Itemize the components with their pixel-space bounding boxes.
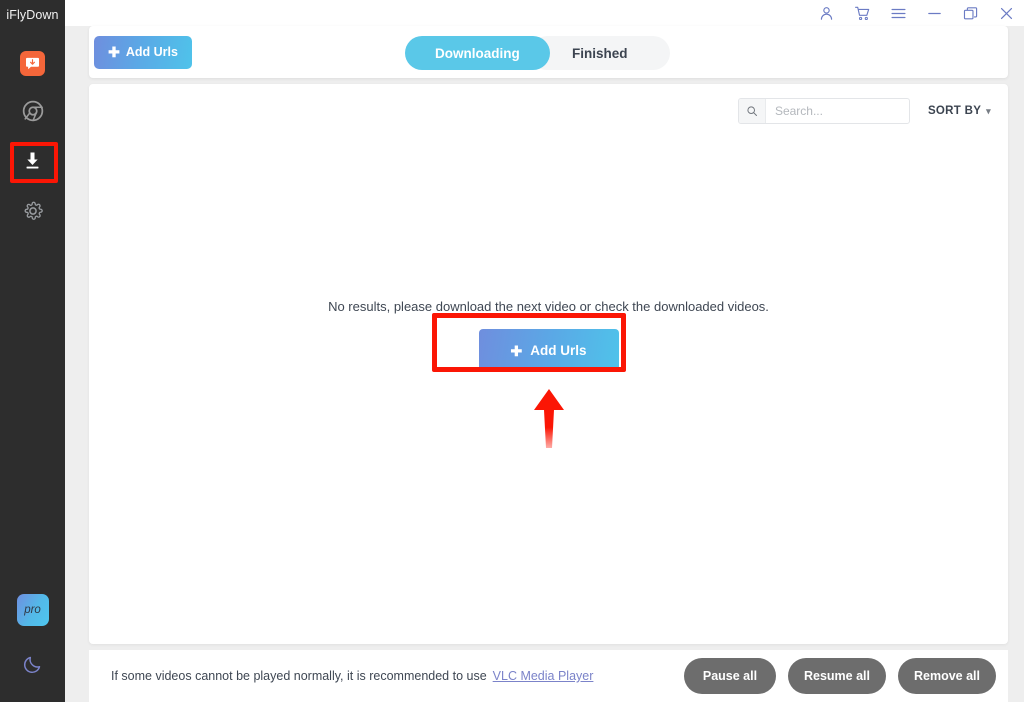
sort-by-label: SORT BY: [927, 105, 982, 117]
tab-downloading-label: Downloading: [435, 45, 520, 61]
chevron-down-icon: ▾: [986, 105, 991, 116]
empty-state: No results, please download the next vid…: [89, 299, 1008, 450]
tab-bar: Finished Downloading: [405, 36, 670, 70]
moon-icon: [22, 656, 43, 679]
tab-finished-label: Finished: [571, 45, 628, 61]
sidebar-item-browser[interactable]: [0, 88, 65, 138]
sidebar-item-downloads[interactable]: [0, 138, 65, 188]
chat-download-icon: [20, 50, 45, 76]
menu-icon[interactable]: [888, 3, 908, 23]
empty-state-cta-wrap: ✚ Add Urls: [431, 313, 626, 372]
sidebar-item-settings[interactable]: [0, 188, 65, 238]
pause-all-button[interactable]: Pause all: [683, 658, 776, 694]
downloads-panel: SORT BY ▾ No results, please download th…: [89, 84, 1008, 644]
vlc-media-player-link[interactable]: VLC Media Player: [493, 669, 594, 683]
empty-state-message: No results, please download the next vid…: [328, 299, 769, 314]
sidebar-item-messages[interactable]: [0, 38, 65, 88]
app-window: iFlyDown pro ✚ Add Urls Finished Downloa…: [0, 0, 1024, 702]
pro-badge[interactable]: pro: [16, 594, 49, 626]
add-urls-top-label: Add Urls: [125, 45, 178, 59]
app-brand: iFlyDown: [6, 8, 59, 22]
window-titlebar: [65, 0, 1024, 26]
account-icon[interactable]: [816, 3, 836, 23]
add-urls-button-cta[interactable]: ✚ Add Urls: [478, 329, 619, 372]
theme-toggle-button[interactable]: [22, 654, 43, 680]
plus-icon: ✚: [108, 44, 120, 60]
cart-icon[interactable]: [852, 3, 872, 23]
footer-bar: If some videos cannot be played normally…: [89, 650, 1008, 702]
search-input[interactable]: [765, 99, 909, 123]
sort-by-dropdown[interactable]: SORT BY ▾: [928, 105, 991, 117]
browser-icon: [22, 100, 44, 127]
sidebar-nav: [0, 38, 65, 238]
tab-downloading[interactable]: Downloading: [405, 36, 550, 70]
sidebar: iFlyDown pro: [0, 0, 65, 702]
footer-notice: If some videos cannot be played normally…: [111, 669, 487, 683]
resume-all-button[interactable]: Resume all: [787, 658, 886, 694]
add-urls-cta-label: Add Urls: [530, 343, 587, 358]
up-arrow-icon: [533, 389, 564, 448]
close-icon[interactable]: [996, 3, 1016, 23]
remove-all-button[interactable]: Remove all: [897, 658, 996, 694]
minimize-icon[interactable]: [924, 3, 944, 23]
add-urls-button-top[interactable]: ✚ Add Urls: [94, 35, 192, 69]
list-toolbar: SORT BY ▾: [737, 98, 991, 124]
search-box[interactable]: [737, 98, 910, 124]
header-bar: ✚ Add Urls Finished Downloading: [89, 26, 1008, 78]
pointer-arrow-annotation: [89, 388, 1008, 450]
restore-icon[interactable]: [960, 3, 980, 23]
tab-finished-bg[interactable]: Finished: [529, 36, 670, 70]
gear-icon: [23, 201, 43, 226]
download-icon: [22, 150, 43, 176]
footer-actions: Pause all Resume all Remove all: [683, 658, 996, 694]
plus-icon: ✚: [510, 342, 523, 359]
search-icon[interactable]: [738, 99, 766, 123]
